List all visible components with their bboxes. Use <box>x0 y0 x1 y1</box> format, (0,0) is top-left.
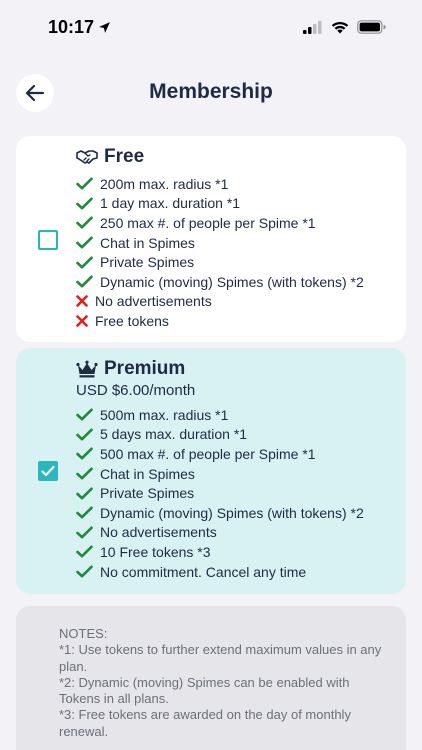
plan-price-premium: USD $6.00/month <box>76 382 196 399</box>
feature-item: 1 day max. duration *1 <box>76 194 364 214</box>
cross-icon <box>76 295 95 308</box>
feature-item: Free tokens <box>76 311 364 331</box>
feature-item: No advertisements <box>76 292 364 312</box>
check-icon <box>76 565 100 578</box>
feature-label: Chat in Spimes <box>100 465 195 482</box>
page-title: Membership <box>149 80 273 103</box>
notes-heading: NOTES: <box>59 626 108 641</box>
notes-text: NOTES: *1: Use tokens to further extend … <box>59 626 389 740</box>
feature-label: No advertisements <box>100 524 217 541</box>
feature-label: Free tokens <box>95 312 169 329</box>
status-time-text: 10:17 <box>48 17 95 37</box>
check-icon <box>76 177 100 190</box>
feature-label: No commitment. Cancel any time <box>100 563 307 580</box>
plan-card-premium[interactable]: Premium USD $6.00/month 500m max. radius… <box>16 348 406 594</box>
check-icon <box>76 545 100 558</box>
plan-card-free[interactable]: Free 200m max. radius *1 1 day max. durat… <box>16 136 406 342</box>
check-icon <box>76 236 100 249</box>
feature-item: 10 Free tokens *3 <box>76 542 364 562</box>
feature-label: Private Spimes <box>100 254 195 271</box>
feature-item: Chat in Spimes <box>76 464 364 484</box>
feature-label: 5 days max. duration *1 <box>100 426 248 443</box>
status-bar: 10:17 <box>0 0 422 56</box>
check-icon <box>76 506 100 519</box>
feature-item: 5 days max. duration *1 <box>76 425 364 445</box>
header: Membership <box>0 70 422 116</box>
feature-label: Dynamic (moving) Spimes (with tokens) *2 <box>100 504 364 521</box>
feature-item: Private Spimes <box>76 483 364 503</box>
feature-label: 200m max. radius *1 <box>100 175 229 192</box>
status-time: 10:17 <box>48 17 111 38</box>
check-icon <box>76 487 100 500</box>
wifi-icon <box>331 21 349 33</box>
plan-header-free: Free <box>76 146 144 168</box>
plan-checkbox-premium[interactable] <box>38 461 58 481</box>
feature-item: 500 max #. of people per Spime *1 <box>76 444 364 464</box>
signal-icon <box>303 20 322 34</box>
feature-list-free: 200m max. radius *1 1 day max. duration *… <box>76 174 364 331</box>
feature-label: 500 max #. of people per Spime *1 <box>100 445 316 462</box>
check-icon <box>76 275 100 288</box>
feature-item: 500m max. radius *1 <box>76 405 364 425</box>
feature-label: Private Spimes <box>100 485 195 502</box>
handshake-icon <box>76 150 98 164</box>
crown-icon <box>76 360 98 378</box>
plan-header-premium: Premium <box>76 358 185 380</box>
feature-item: No advertisements <box>76 523 364 543</box>
feature-item: 200m max. radius *1 <box>76 174 364 194</box>
check-icon <box>76 467 100 480</box>
check-icon <box>76 428 100 441</box>
feature-label: No advertisements <box>95 293 212 310</box>
plan-name-free: Free <box>104 146 145 167</box>
cross-icon <box>76 315 95 327</box>
notes-card: NOTES: *1: Use tokens to further extend … <box>16 606 406 750</box>
check-icon <box>76 526 100 539</box>
feature-item: Dynamic (moving) Spimes (with tokens) *2 <box>76 503 364 523</box>
check-icon <box>76 256 100 269</box>
check-icon <box>76 408 100 421</box>
plan-name-premium: Premium <box>104 358 186 379</box>
feature-item: Private Spimes <box>76 252 364 272</box>
checkmark-icon <box>41 465 55 477</box>
feature-label: Chat in Spimes <box>100 234 195 251</box>
feature-label: 500m max. radius *1 <box>100 406 229 423</box>
feature-item: Dynamic (moving) Spimes (with tokens) *2 <box>76 272 364 292</box>
feature-item: No commitment. Cancel any time <box>76 562 364 582</box>
feature-label: 1 day max. duration *1 <box>100 195 241 212</box>
check-icon <box>76 197 100 210</box>
feature-label: Dynamic (moving) Spimes (with tokens) *2 <box>100 273 364 290</box>
feature-list-premium: 500m max. radius *1 5 days max. duration … <box>76 405 364 581</box>
note-item: *3: Free tokens are awarded on the day o… <box>59 707 351 739</box>
check-icon <box>76 447 100 460</box>
plan-checkbox-free[interactable] <box>38 230 58 250</box>
status-icons <box>303 20 386 34</box>
feature-label: 10 Free tokens *3 <box>100 543 211 560</box>
check-icon <box>76 216 100 229</box>
note-item: *1: Use tokens to further extend maximum… <box>59 642 382 674</box>
location-arrow-icon <box>99 22 110 33</box>
feature-label: 250 max #. of people per Spime *1 <box>100 214 316 231</box>
note-item: *2: Dynamic (moving) Spimes can be enabl… <box>59 674 350 707</box>
feature-item: Chat in Spimes <box>76 233 364 253</box>
battery-icon <box>357 20 386 34</box>
feature-item: 250 max #. of people per Spime *1 <box>76 213 364 233</box>
